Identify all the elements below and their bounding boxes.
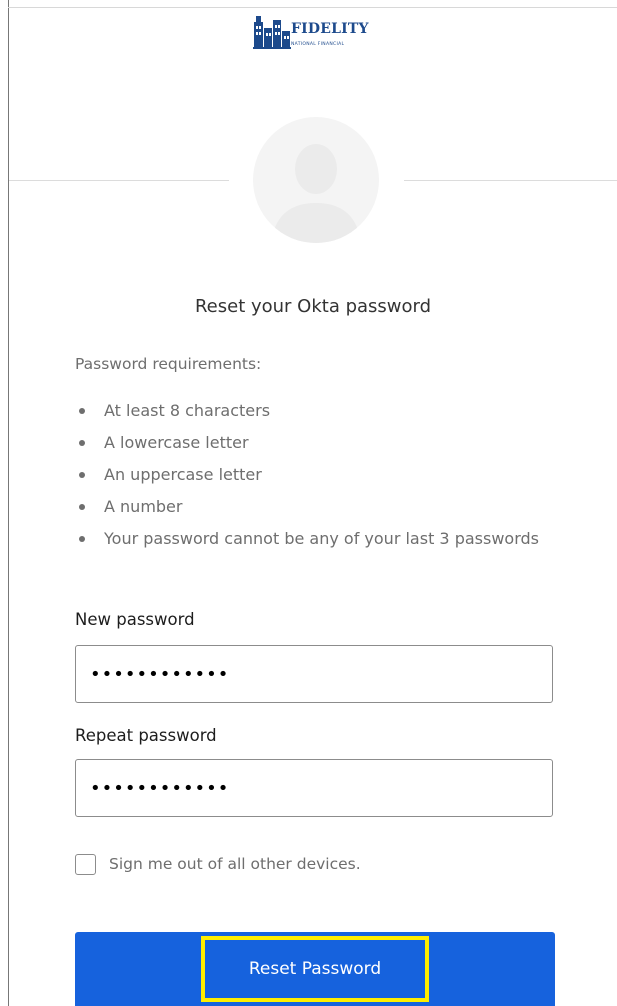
left-border <box>8 0 9 1006</box>
bullet-icon <box>79 536 85 542</box>
bullet-icon <box>79 504 85 510</box>
requirements-list: At least 8 characters A lowercase letter… <box>75 395 565 555</box>
requirements-title: Password requirements: <box>75 355 262 373</box>
sign-out-checkbox[interactable] <box>75 854 96 875</box>
bullet-icon <box>79 472 85 478</box>
repeat-password-label: Repeat password <box>75 726 217 745</box>
form-title: Reset your Okta password <box>194 296 432 317</box>
user-avatar <box>253 117 379 243</box>
bullet-icon <box>79 408 85 414</box>
reset-password-button[interactable]: Reset Password <box>75 932 555 1006</box>
requirement-item: At least 8 characters <box>75 395 565 427</box>
logo-subtitle: NATIONAL FINANCIAL <box>291 42 345 47</box>
new-password-label: New password <box>75 610 195 629</box>
sign-out-label[interactable]: Sign me out of all other devices. <box>109 855 361 873</box>
requirement-item: An uppercase letter <box>75 459 565 491</box>
top-border <box>8 7 617 8</box>
building-logo-icon <box>253 16 291 49</box>
header-divider-right <box>404 180 617 181</box>
repeat-password-input[interactable] <box>75 759 553 817</box>
requirement-item: A number <box>75 491 565 523</box>
requirement-item: A lowercase letter <box>75 427 565 459</box>
header-divider-left <box>9 180 229 181</box>
user-silhouette-icon <box>271 144 361 243</box>
left-edge <box>0 0 8 1006</box>
logo-wordmark: FIDELITY <box>291 21 369 37</box>
requirement-item: Your password cannot be any of your last… <box>75 523 565 555</box>
fidelity-logo: FIDELITY NATIONAL FINANCIAL <box>253 12 378 56</box>
bullet-icon <box>79 440 85 446</box>
new-password-input[interactable] <box>75 645 553 703</box>
reset-password-page: FIDELITY NATIONAL FINANCIAL Reset your O… <box>0 0 617 1006</box>
reset-password-button-label[interactable]: Reset Password <box>75 932 555 1006</box>
